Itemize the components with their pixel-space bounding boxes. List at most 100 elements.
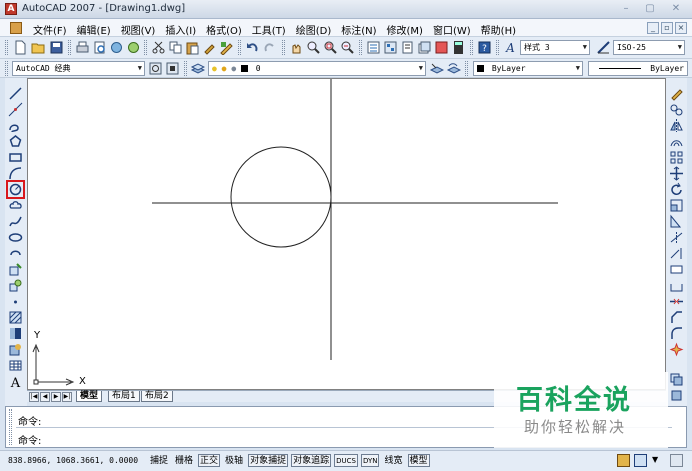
toggle-ducs[interactable]: DUCS: [334, 454, 358, 467]
break-at-point-icon[interactable]: [669, 262, 684, 277]
minimize-button[interactable]: –: [614, 1, 638, 17]
zoom-window-icon[interactable]: [323, 40, 338, 55]
new-icon[interactable]: [13, 40, 28, 55]
tab-layout1[interactable]: 布局1: [108, 391, 140, 402]
construction-line-icon[interactable]: [8, 102, 23, 117]
workspace-select[interactable]: AutoCAD 经典 ▼: [12, 61, 145, 76]
communication-center-icon[interactable]: [617, 454, 630, 467]
toolbar-grip[interactable]: [5, 61, 8, 76]
fillet-icon[interactable]: [669, 326, 684, 341]
hatch-icon[interactable]: [8, 310, 23, 325]
toolbar-stack-icon[interactable]: [669, 372, 684, 387]
doc-restore-button[interactable]: ▫: [661, 22, 673, 34]
save-icon[interactable]: [49, 40, 64, 55]
toggle-lineweight[interactable]: 线宽: [382, 454, 404, 467]
open-icon[interactable]: [31, 40, 46, 55]
menu-modify[interactable]: 修改(M): [382, 22, 428, 37]
ellipse-arc-icon[interactable]: [8, 246, 23, 261]
text-style-select[interactable]: 样式 3 ▼: [520, 40, 590, 55]
markup-icon[interactable]: [434, 40, 449, 55]
polygon-icon[interactable]: [8, 134, 23, 149]
toolbar-grip[interactable]: [465, 61, 468, 76]
menu-window[interactable]: 窗口(W): [428, 22, 476, 37]
linetype-select[interactable]: ByLayer: [588, 61, 688, 76]
workspace-save-icon[interactable]: [165, 61, 180, 76]
line-icon[interactable]: [8, 86, 23, 101]
toggle-dyn[interactable]: DYN: [360, 454, 380, 467]
clean-screen-icon[interactable]: [670, 454, 683, 467]
menu-insert[interactable]: 插入(I): [160, 22, 201, 37]
toolbar-stack2-icon[interactable]: [669, 388, 684, 403]
autocad-app-icon[interactable]: A: [5, 3, 17, 15]
break-icon[interactable]: [669, 278, 684, 293]
command-prompt[interactable]: 命令:: [18, 432, 41, 447]
publish-icon[interactable]: [109, 40, 124, 55]
chamfer-icon[interactable]: [669, 310, 684, 325]
3d-dwf-icon[interactable]: [126, 40, 141, 55]
erase-icon[interactable]: [669, 86, 684, 101]
menu-help[interactable]: 帮助(H): [476, 22, 521, 37]
zoom-realtime-icon[interactable]: [306, 40, 321, 55]
rotate-icon[interactable]: [669, 182, 684, 197]
stretch-icon[interactable]: [669, 214, 684, 229]
menu-edit[interactable]: 编辑(E): [72, 22, 116, 37]
toggle-otrack[interactable]: 对象追踪: [291, 454, 332, 467]
explode-icon[interactable]: [669, 342, 684, 357]
menu-view[interactable]: 视图(V): [116, 22, 161, 37]
toolbar-grip[interactable]: [496, 40, 499, 55]
first-tab-button[interactable]: |◀: [29, 392, 39, 402]
tab-model[interactable]: 模型: [76, 391, 103, 402]
menu-format[interactable]: 格式(O): [201, 22, 247, 37]
toolbar-grip[interactable]: [184, 61, 187, 76]
close-button[interactable]: ✕: [662, 1, 690, 17]
toggle-osnap[interactable]: 对象捕捉: [248, 454, 289, 467]
match-properties-icon[interactable]: [202, 40, 217, 55]
make-object-layer-current-icon[interactable]: [429, 61, 444, 76]
drawing-canvas[interactable]: Y X: [27, 78, 666, 390]
ellipse-icon[interactable]: [8, 230, 23, 245]
print-icon[interactable]: [75, 40, 90, 55]
redo-icon[interactable]: [262, 40, 277, 55]
toolbar-grip[interactable]: [5, 40, 8, 55]
quickcalc-icon[interactable]: [451, 40, 466, 55]
next-tab-button[interactable]: ▶: [51, 392, 61, 402]
toggle-grid[interactable]: 栅格: [173, 454, 195, 467]
layer-manager-icon[interactable]: [190, 61, 205, 76]
last-tab-button[interactable]: ▶|: [62, 392, 72, 402]
offset-icon[interactable]: [669, 134, 684, 149]
toggle-snap[interactable]: 捕捉: [148, 454, 170, 467]
coordinate-readout[interactable]: 838.8966, 1068.3661, 0.0000: [8, 456, 138, 465]
mirror-icon[interactable]: [669, 118, 684, 133]
table-icon[interactable]: [8, 358, 23, 373]
layer-select[interactable]: ● ● ● 0 ▼: [208, 61, 426, 76]
multiline-text-icon[interactable]: A: [8, 376, 23, 391]
arc-icon[interactable]: [8, 166, 23, 181]
menu-file[interactable]: 文件(F): [28, 22, 72, 37]
doc-minimize-button[interactable]: _: [647, 22, 659, 34]
toggle-polar[interactable]: 极轴: [223, 454, 245, 467]
copy-icon[interactable]: [168, 40, 183, 55]
rectangle-icon[interactable]: [8, 150, 23, 165]
command-window-grip[interactable]: [9, 409, 12, 445]
menu-tools[interactable]: 工具(T): [247, 22, 291, 37]
join-icon[interactable]: [669, 294, 684, 309]
region-icon[interactable]: [8, 342, 23, 357]
help-icon[interactable]: ?: [477, 40, 492, 55]
scale-icon[interactable]: [669, 198, 684, 213]
make-block-icon[interactable]: [8, 278, 23, 293]
menu-draw[interactable]: 绘图(D): [291, 22, 337, 37]
dim-style-select[interactable]: ISO-25 ▼: [613, 40, 685, 55]
properties-icon[interactable]: [366, 40, 381, 55]
sheet-set-icon[interactable]: [417, 40, 432, 55]
doc-close-button[interactable]: ×: [675, 22, 687, 34]
cut-icon[interactable]: [151, 40, 166, 55]
insert-block-icon[interactable]: [8, 262, 23, 277]
trim-icon[interactable]: [669, 230, 684, 245]
move-icon[interactable]: [669, 166, 684, 181]
extend-icon[interactable]: [669, 246, 684, 261]
chevron-down-icon[interactable]: ▼: [652, 455, 658, 464]
block-editor-icon[interactable]: [219, 40, 234, 55]
undo-icon[interactable]: [245, 40, 260, 55]
color-select[interactable]: ByLayer ▼: [473, 61, 583, 76]
toggle-ortho[interactable]: 正交: [198, 454, 221, 467]
